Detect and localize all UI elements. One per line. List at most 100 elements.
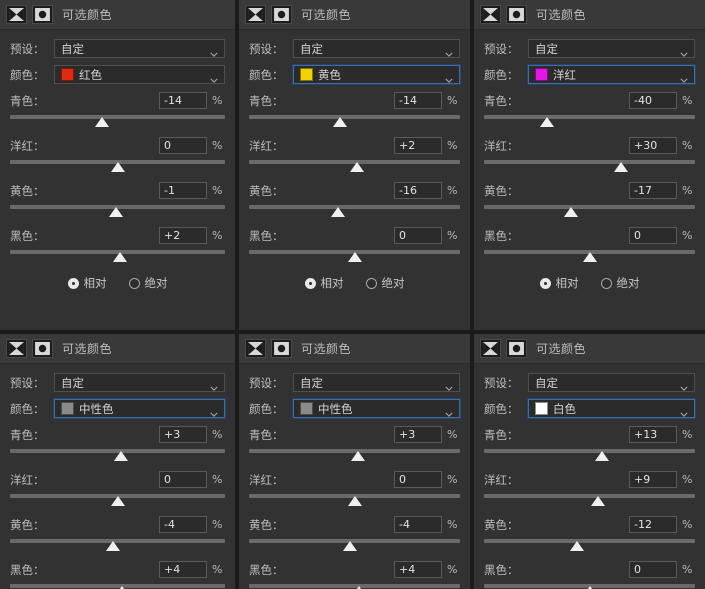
- slider-track-wrap[interactable]: [10, 538, 225, 555]
- slider-thumb[interactable]: [113, 252, 127, 262]
- slider-value-input[interactable]: +9: [629, 471, 677, 488]
- slider-thumb[interactable]: [351, 451, 365, 461]
- mask-icon[interactable]: [480, 5, 501, 24]
- radio-relative-dot[interactable]: [68, 278, 79, 289]
- slider-track-wrap[interactable]: [10, 249, 225, 266]
- preset-dropdown[interactable]: 自定: [528, 373, 695, 392]
- slider-track-wrap[interactable]: [249, 538, 460, 555]
- slider-thumb[interactable]: [583, 252, 597, 262]
- color-dropdown[interactable]: 白色: [528, 399, 695, 418]
- preset-dropdown[interactable]: 自定: [528, 39, 695, 58]
- slider-track-wrap[interactable]: [10, 204, 225, 221]
- slider-track-wrap[interactable]: [10, 159, 225, 176]
- slider-value-input[interactable]: +3: [394, 426, 442, 443]
- slider-value-input[interactable]: -1: [159, 182, 207, 199]
- slider-value-input[interactable]: 0: [159, 471, 207, 488]
- slider-value-input[interactable]: 0: [629, 227, 677, 244]
- radio-absolute[interactable]: 绝对: [129, 275, 168, 291]
- slider-track-wrap[interactable]: [249, 583, 460, 589]
- slider-track-wrap[interactable]: [484, 583, 695, 589]
- preset-dropdown[interactable]: 自定: [54, 39, 225, 58]
- slider-track[interactable]: [484, 494, 695, 498]
- slider-value-input[interactable]: 0: [159, 137, 207, 154]
- slider-thumb[interactable]: [348, 252, 362, 262]
- slider-track-wrap[interactable]: [484, 159, 695, 176]
- slider-track-wrap[interactable]: [249, 204, 460, 221]
- clip-icon[interactable]: [506, 339, 527, 358]
- slider-thumb[interactable]: [111, 496, 125, 506]
- slider-track[interactable]: [484, 449, 695, 453]
- slider-value-input[interactable]: +4: [159, 561, 207, 578]
- radio-absolute-dot[interactable]: [129, 278, 140, 289]
- radio-relative[interactable]: 相对: [305, 275, 344, 291]
- slider-thumb[interactable]: [570, 541, 584, 551]
- slider-thumb[interactable]: [591, 496, 605, 506]
- slider-track-wrap[interactable]: [10, 493, 225, 510]
- mask-icon[interactable]: [480, 339, 501, 358]
- radio-relative-dot[interactable]: [305, 278, 316, 289]
- color-dropdown[interactable]: 中性色: [54, 399, 225, 418]
- mask-icon[interactable]: [245, 5, 266, 24]
- slider-thumb[interactable]: [109, 207, 123, 217]
- slider-thumb[interactable]: [595, 451, 609, 461]
- slider-track-wrap[interactable]: [484, 114, 695, 131]
- radio-relative[interactable]: 相对: [68, 275, 107, 291]
- clip-icon[interactable]: [32, 339, 53, 358]
- radio-absolute[interactable]: 绝对: [366, 275, 405, 291]
- slider-thumb[interactable]: [343, 541, 357, 551]
- slider-value-input[interactable]: +2: [394, 137, 442, 154]
- color-dropdown[interactable]: 黄色: [293, 65, 460, 84]
- slider-thumb[interactable]: [348, 496, 362, 506]
- slider-track-wrap[interactable]: [249, 448, 460, 465]
- slider-track-wrap[interactable]: [249, 249, 460, 266]
- radio-relative[interactable]: 相对: [540, 275, 579, 291]
- slider-thumb[interactable]: [540, 117, 554, 127]
- slider-track-wrap[interactable]: [484, 204, 695, 221]
- slider-value-input[interactable]: +2: [159, 227, 207, 244]
- slider-value-input[interactable]: -14: [394, 92, 442, 109]
- slider-thumb[interactable]: [614, 162, 628, 172]
- radio-relative-dot[interactable]: [540, 278, 551, 289]
- slider-track-wrap[interactable]: [484, 249, 695, 266]
- slider-thumb[interactable]: [106, 541, 120, 551]
- slider-track[interactable]: [10, 115, 225, 119]
- slider-thumb[interactable]: [350, 162, 364, 172]
- slider-track[interactable]: [484, 205, 695, 209]
- slider-value-input[interactable]: -17: [629, 182, 677, 199]
- slider-track[interactable]: [249, 115, 460, 119]
- clip-icon[interactable]: [271, 5, 292, 24]
- slider-track-wrap[interactable]: [10, 114, 225, 131]
- slider-track-wrap[interactable]: [484, 538, 695, 555]
- slider-track-wrap[interactable]: [249, 114, 460, 131]
- slider-track-wrap[interactable]: [249, 159, 460, 176]
- preset-dropdown[interactable]: 自定: [293, 39, 460, 58]
- slider-value-input[interactable]: -4: [394, 516, 442, 533]
- slider-track[interactable]: [484, 115, 695, 119]
- preset-dropdown[interactable]: 自定: [54, 373, 225, 392]
- slider-track-wrap[interactable]: [484, 493, 695, 510]
- slider-thumb[interactable]: [331, 207, 345, 217]
- slider-track-wrap[interactable]: [484, 448, 695, 465]
- clip-icon[interactable]: [506, 5, 527, 24]
- mask-icon[interactable]: [245, 339, 266, 358]
- slider-track[interactable]: [249, 205, 460, 209]
- slider-value-input[interactable]: +4: [394, 561, 442, 578]
- slider-thumb[interactable]: [114, 451, 128, 461]
- slider-value-input[interactable]: 0: [394, 471, 442, 488]
- slider-track[interactable]: [484, 539, 695, 543]
- slider-value-input[interactable]: 0: [394, 227, 442, 244]
- slider-value-input[interactable]: 0: [629, 561, 677, 578]
- color-dropdown[interactable]: 中性色: [293, 399, 460, 418]
- slider-value-input[interactable]: -16: [394, 182, 442, 199]
- slider-value-input[interactable]: +30: [629, 137, 677, 154]
- mask-icon[interactable]: [6, 339, 27, 358]
- mask-icon[interactable]: [6, 5, 27, 24]
- radio-absolute[interactable]: 绝对: [601, 275, 640, 291]
- slider-track[interactable]: [484, 160, 695, 164]
- slider-thumb[interactable]: [111, 162, 125, 172]
- slider-thumb[interactable]: [333, 117, 347, 127]
- slider-value-input[interactable]: -12: [629, 516, 677, 533]
- slider-value-input[interactable]: +3: [159, 426, 207, 443]
- slider-value-input[interactable]: -14: [159, 92, 207, 109]
- slider-value-input[interactable]: -40: [629, 92, 677, 109]
